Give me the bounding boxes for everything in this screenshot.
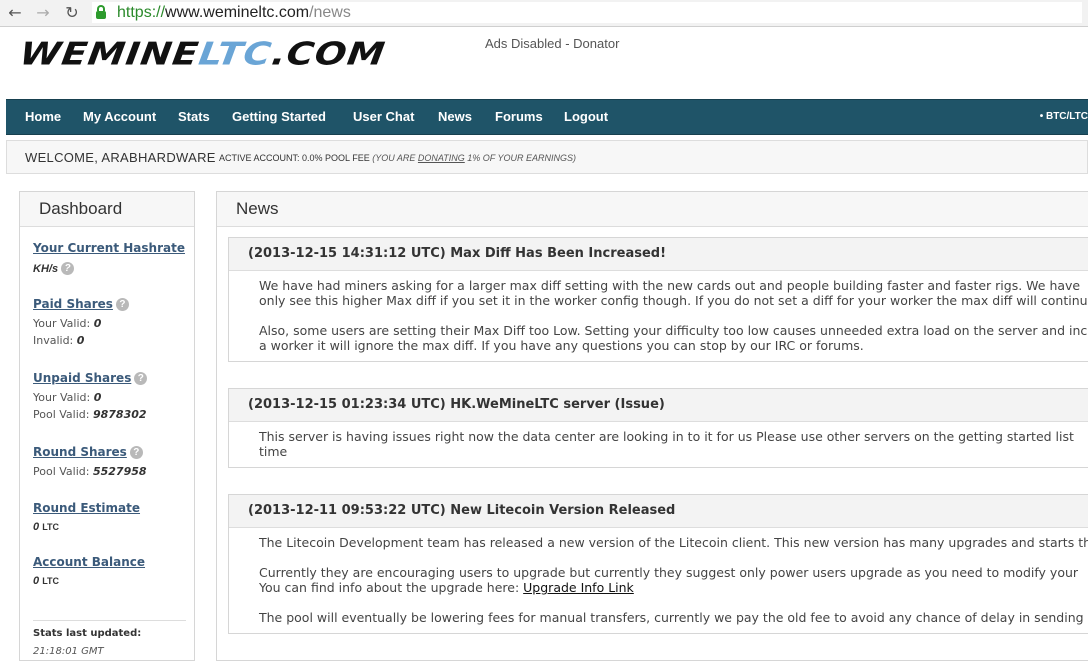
unpaid-pool-value: 9878302 [92,408,147,421]
site-logo[interactable]: WEMINELTC.COM [17,36,387,73]
dashboard-title: Dashboard [20,192,194,227]
url-protocol: https:// [117,4,166,21]
account-status: ACTIVE ACCOUNT: 0.0% POOL FEE (YOU ARE D… [219,153,576,163]
nav-my-account[interactable]: My Account [83,100,156,134]
article-text: Also, some users are setting their Max D… [259,323,1088,338]
url-host: www.wemineltc.com [165,4,310,21]
welcome-bar: WELCOME, ARABHARDWARE ACTIVE ACCOUNT: 0.… [6,140,1088,174]
paid-invalid-label: Invalid: [33,334,74,347]
round-estimate-unit: LTC [42,522,60,532]
article-text: You can find info about the upgrade here… [259,580,520,595]
nav-user-chat[interactable]: User Chat [353,100,414,134]
forward-arrow-icon[interactable]: → [32,3,54,23]
unpaid-shares-title[interactable]: Unpaid Shares [33,371,131,385]
address-bar[interactable]: https://www.wemineltc.com/news [92,2,1082,23]
paid-valid-value: 0 [93,317,102,330]
round-estimate-section: Round Estimate 0 LTC [33,499,140,533]
article-text: only see this higher Max diff if you set… [259,293,1088,308]
help-icon[interactable]: ? [61,262,75,275]
ads-status: Ads Disabled - Donator [485,36,620,51]
paid-invalid-value: 0 [76,334,85,347]
nav-getting-started[interactable]: Getting Started [232,100,326,134]
back-arrow-icon[interactable]: ← [4,3,26,23]
article-text: Currently they are encouraging users to … [259,565,1079,580]
round-shares-section: Round Shares? Pool Valid: 5527958 [33,443,147,478]
round-estimate-value: 0 [33,521,40,533]
dashboard-panel: Dashboard Your Current Hashrate KH/s? Pa… [19,191,195,661]
news-article: (2013-12-15 14:31:12 UTC) Max Diff Has B… [228,237,1088,362]
article-title: (2013-12-11 09:53:22 UTC) New Litecoin V… [229,495,1088,528]
hashrate-section: Your Current Hashrate KH/s? [33,239,185,275]
round-pool-label: Pool Valid: [33,465,90,478]
hashrate-title[interactable]: Your Current Hashrate [33,241,185,255]
dashboard-divider [33,620,186,621]
unpaid-valid-value: 0 [93,391,102,404]
account-balance-value: 0 [33,575,40,587]
unpaid-valid-label: Your Valid: [33,391,91,404]
round-estimate-title[interactable]: Round Estimate [33,501,140,515]
donating-link[interactable]: DONATING [418,153,465,163]
help-icon[interactable]: ? [129,446,143,459]
paid-shares-section: Paid Shares? Your Valid: 0 Invalid: 0 [33,295,129,347]
url-path: /news [309,4,351,21]
account-balance-section: Account Balance 0 LTC [33,553,145,587]
nav-news[interactable]: News [438,100,472,134]
paid-shares-title[interactable]: Paid Shares [33,297,113,311]
price-ticker: • BTC/LTC [1039,111,1088,122]
nav-stats[interactable]: Stats [178,100,210,134]
article-text: a worker it will ignore the max diff. If… [259,338,864,353]
round-shares-title[interactable]: Round Shares [33,445,127,459]
stats-updated-label: Stats last updated: [33,628,142,639]
unpaid-pool-label: Pool Valid: [33,408,90,421]
account-balance-unit: LTC [42,576,60,586]
hashrate-unit: KH/s [33,263,59,275]
unpaid-shares-section: Unpaid Shares? Your Valid: 0 Pool Valid:… [33,369,148,421]
news-panel: News (2013-12-15 14:31:12 UTC) Max Diff … [216,191,1088,661]
main-nav: Home My Account Stats Getting Started Us… [6,99,1088,135]
article-title: (2013-12-15 01:23:34 UTC) HK.WeMineLTC s… [229,389,1088,422]
news-article: (2013-12-11 09:53:22 UTC) New Litecoin V… [228,494,1088,634]
nav-home[interactable]: Home [25,100,61,134]
reload-icon[interactable]: ↻ [61,3,83,23]
article-text: The pool will eventually be lowering fee… [259,610,1084,625]
article-body: We have had miners asking for a larger m… [229,271,1088,368]
nav-logout[interactable]: Logout [564,100,608,134]
logo-text-wemine: WEMINE [17,35,202,73]
donate-close: 1% OF YOUR EARNINGS) [467,153,576,163]
article-text: This server is having issues right now t… [259,429,1074,444]
nav-forums[interactable]: Forums [495,100,543,134]
logo-text-com: .COM [269,35,388,73]
welcome-user: WELCOME, ARABHARDWARE [25,150,216,165]
article-text: We have had miners asking for a larger m… [259,278,1081,293]
help-icon[interactable]: ? [134,372,148,385]
logo-text-ltc: LTC [196,35,275,73]
browser-toolbar: ← → ↻ https://www.wemineltc.com/news [0,0,1088,27]
donate-open: (YOU ARE [372,153,416,163]
paid-valid-label: Your Valid: [33,317,91,330]
news-title: News [217,192,1088,227]
lock-icon [96,5,106,19]
help-icon[interactable]: ? [115,298,129,311]
article-body: This server is having issues right now t… [229,422,1088,474]
article-text: time [259,444,288,459]
account-balance-title[interactable]: Account Balance [33,555,145,569]
round-pool-value: 5527958 [92,465,147,478]
upgrade-info-link[interactable]: Upgrade Info Link [523,580,634,595]
news-article: (2013-12-15 01:23:34 UTC) HK.WeMineLTC s… [228,388,1088,468]
account-fee: ACTIVE ACCOUNT: 0.0% POOL FEE [219,153,370,163]
article-body: The Litecoin Development team has releas… [229,528,1088,640]
article-title: (2013-12-15 14:31:12 UTC) Max Diff Has B… [229,238,1088,271]
article-text: The Litecoin Development team has releas… [259,535,1088,550]
